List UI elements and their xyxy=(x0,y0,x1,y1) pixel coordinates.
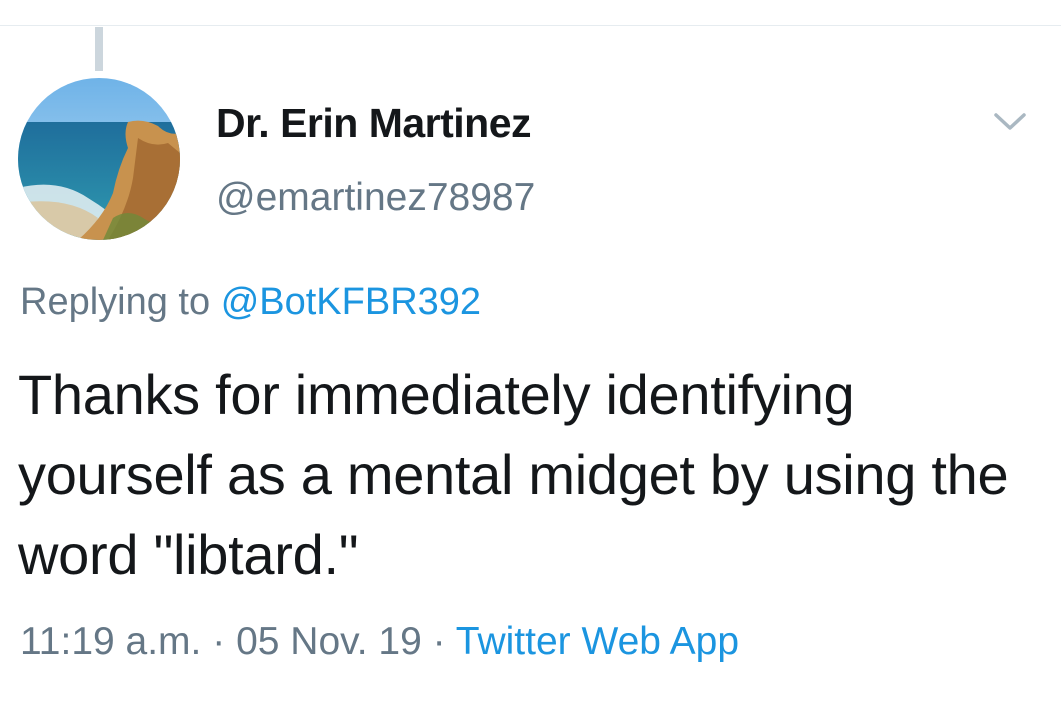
reply-prefix: Replying to xyxy=(20,281,211,323)
thread-connector-line xyxy=(95,27,103,71)
meta-separator: · xyxy=(432,620,446,663)
chevron-down-icon[interactable] xyxy=(990,106,1030,136)
top-divider xyxy=(0,0,1061,26)
reply-mention-link[interactable]: @BotKFBR392 xyxy=(221,281,481,323)
tweet-text: Thanks for immediately identifying yours… xyxy=(18,363,1009,586)
display-name[interactable]: Dr. Erin Martinez xyxy=(216,100,532,147)
replying-to: Replying to @BotKFBR392 xyxy=(20,281,481,324)
avatar-photo xyxy=(18,78,180,240)
tweet-time[interactable]: 11:19 a.m. xyxy=(20,620,201,663)
tweet-meta: 11:19 a.m. · 05 Nov. 19 · Twitter Web Ap… xyxy=(20,620,739,664)
user-handle[interactable]: @emartinez78987 xyxy=(216,176,535,220)
avatar[interactable] xyxy=(18,78,180,240)
meta-separator: · xyxy=(212,620,226,663)
tweet-source-link[interactable]: Twitter Web App xyxy=(456,620,739,663)
tweet-date[interactable]: 05 Nov. 19 xyxy=(236,620,422,663)
